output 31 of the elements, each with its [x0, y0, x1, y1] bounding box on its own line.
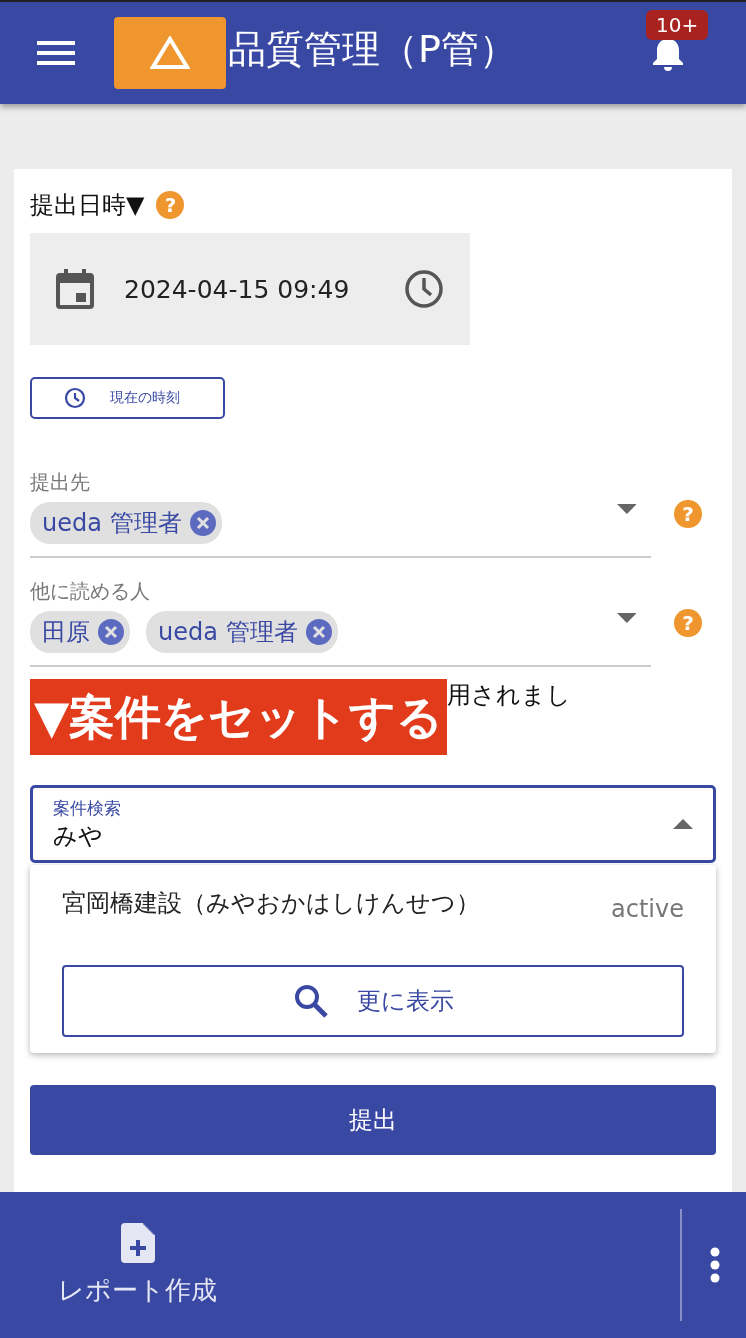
create-report-button[interactable]: レポート作成 — [58, 1222, 217, 1308]
clock-icon — [64, 387, 86, 409]
remove-icon[interactable] — [305, 619, 332, 645]
clock-icon[interactable] — [404, 269, 444, 309]
chip[interactable]: ueda 管理者 — [30, 502, 222, 544]
add-document-icon — [120, 1222, 155, 1263]
menu-button[interactable] — [37, 40, 75, 66]
notification-count: 10+ — [646, 10, 709, 40]
triangle-icon — [150, 36, 190, 70]
remove-icon[interactable] — [189, 510, 216, 536]
menu-icon — [37, 40, 75, 66]
calendar-icon — [56, 269, 94, 309]
caret-icon[interactable] — [616, 612, 637, 623]
case-search-field[interactable]: 案件検索 みや — [30, 785, 716, 863]
submit-button[interactable]: 提出 — [30, 1085, 716, 1155]
chip[interactable]: ueda 管理者 — [146, 611, 338, 653]
more-options-button[interactable] — [710, 1247, 720, 1283]
current-time-button[interactable]: 現在の時刻 — [30, 377, 225, 419]
show-more-button[interactable]: 更に表示 — [62, 965, 684, 1037]
chip[interactable]: 田原 — [30, 611, 130, 653]
note-text: 用されまし — [447, 680, 572, 711]
caret-icon[interactable] — [616, 503, 637, 514]
date-field[interactable]: 2024-04-15 09:49 — [30, 233, 470, 345]
section-banner: ▼案件をセットする — [30, 679, 448, 755]
app-title: 品質管理（P管） — [228, 25, 517, 73]
remove-icon[interactable] — [98, 619, 124, 645]
field-label: 提出先 — [30, 469, 91, 496]
field-label: 提出日時▼ — [30, 190, 145, 221]
field-label: 他に読める人 — [30, 578, 151, 605]
search-icon — [292, 983, 329, 1019]
result-item[interactable]: 宮岡橋建設（みやおかはしけんせつ） active — [62, 887, 684, 923]
